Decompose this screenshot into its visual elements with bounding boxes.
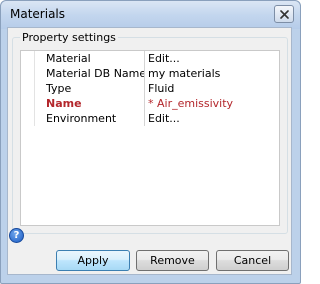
property-value[interactable]: my materials (144, 66, 279, 81)
property-settings-group: Property settings Material Edit... Mater… (12, 31, 288, 234)
property-name: Material (46, 52, 91, 65)
property-row-type[interactable]: Type Fluid (21, 81, 279, 96)
title-bar[interactable]: Materials (1, 1, 300, 29)
help-icon[interactable]: ? (9, 228, 24, 243)
apply-button[interactable]: Apply (56, 250, 130, 271)
window-title: Materials (10, 7, 66, 21)
property-value[interactable]: * Air_emissivity (144, 96, 279, 111)
property-row-material[interactable]: Material Edit... (21, 51, 279, 66)
group-label: Property settings (20, 31, 118, 44)
cancel-button[interactable]: Cancel (216, 250, 289, 271)
property-row-name[interactable]: Name * Air_emissivity (21, 96, 279, 111)
close-button[interactable] (274, 5, 294, 23)
property-name: Type (46, 82, 72, 95)
property-row-material-db-name[interactable]: Material DB Name my materials (21, 66, 279, 81)
property-name: Name (46, 97, 82, 110)
property-value[interactable]: Edit... (144, 51, 279, 66)
property-grid[interactable]: Material Edit... Material DB Name my mat… (20, 50, 280, 226)
property-row-environment[interactable]: Environment Edit... (21, 111, 279, 126)
property-name: Material DB Name (46, 67, 144, 80)
remove-button[interactable]: Remove (136, 250, 209, 271)
close-icon (280, 10, 289, 19)
property-value[interactable]: Edit... (144, 111, 279, 126)
property-name: Environment (46, 112, 117, 125)
dialog-client-area: Property settings Material Edit... Mater… (7, 27, 292, 275)
property-value[interactable]: Fluid (144, 81, 279, 96)
